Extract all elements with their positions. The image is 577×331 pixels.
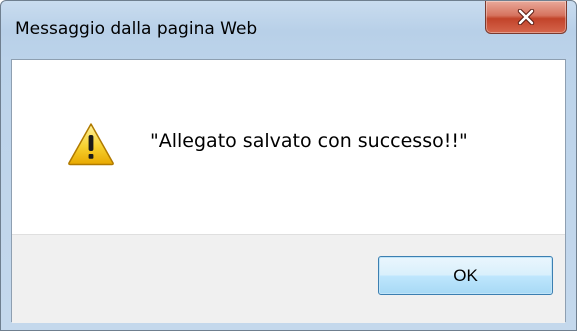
dialog-message: "Allegato salvato con successo!!": [150, 130, 468, 152]
message-dialog: Messaggio dalla pagina Web "Allegato sal…: [0, 0, 577, 331]
warning-icon: [67, 122, 115, 166]
close-icon: [517, 9, 535, 25]
dialog-title: Messaggio dalla pagina Web: [15, 19, 258, 39]
close-button[interactable]: [485, 1, 567, 34]
title-bar[interactable]: Messaggio dalla pagina Web: [1, 1, 576, 59]
dialog-body: "Allegato salvato con successo!!" OK: [11, 59, 566, 323]
message-area: "Allegato salvato con successo!!": [12, 60, 565, 234]
ok-button[interactable]: OK: [378, 256, 553, 295]
